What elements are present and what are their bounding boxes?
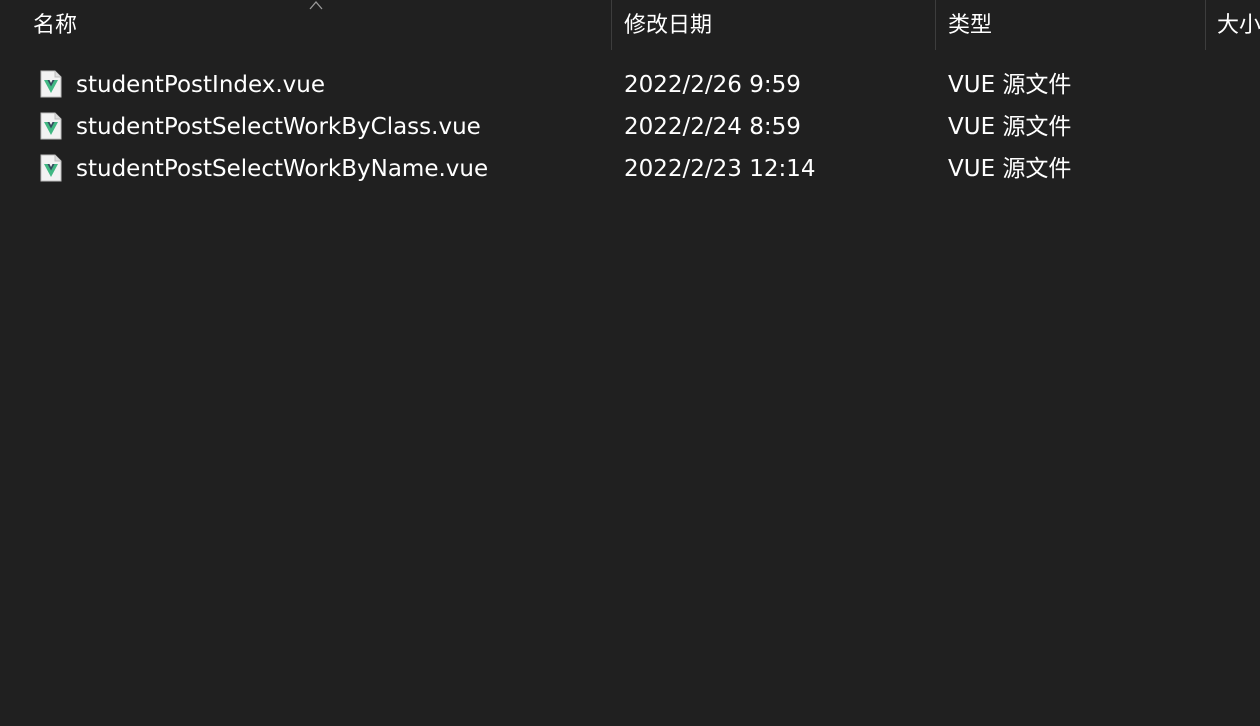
file-date: 2022/2/24 8:59 [624, 114, 801, 140]
vue-file-icon [40, 70, 62, 98]
file-row[interactable]: studentPostSelectWorkByName.vue 2022/2/2… [0, 148, 1260, 190]
file-name: studentPostSelectWorkByName.vue [76, 156, 489, 182]
column-header-bar: 名称 修改日期 类型 大小 [0, 0, 1260, 52]
column-header-type[interactable]: 类型 [948, 0, 1198, 52]
column-header-date[interactable]: 修改日期 [624, 0, 924, 52]
file-type: VUE 源文件 [948, 156, 1072, 182]
vue-file-icon [40, 154, 62, 182]
column-divider[interactable] [935, 0, 936, 50]
file-date: 2022/2/26 9:59 [624, 72, 801, 98]
column-header-size[interactable]: 大小 [1217, 0, 1260, 52]
file-list: studentPostIndex.vue 2022/2/26 9:59 VUE … [0, 64, 1260, 190]
column-divider[interactable] [1205, 0, 1206, 50]
vue-file-icon [40, 112, 62, 140]
file-row[interactable]: studentPostIndex.vue 2022/2/26 9:59 VUE … [0, 64, 1260, 106]
file-name: studentPostIndex.vue [76, 72, 326, 98]
file-type: VUE 源文件 [948, 72, 1072, 98]
file-type: VUE 源文件 [948, 114, 1072, 140]
file-explorer: 名称 修改日期 类型 大小 studentPostIndex.vue 2022/… [0, 0, 1260, 726]
file-date: 2022/2/23 12:14 [624, 156, 816, 182]
column-divider[interactable] [611, 0, 612, 50]
file-name: studentPostSelectWorkByClass.vue [76, 114, 481, 140]
column-header-name[interactable]: 名称 [33, 0, 603, 52]
file-row[interactable]: studentPostSelectWorkByClass.vue 2022/2/… [0, 106, 1260, 148]
